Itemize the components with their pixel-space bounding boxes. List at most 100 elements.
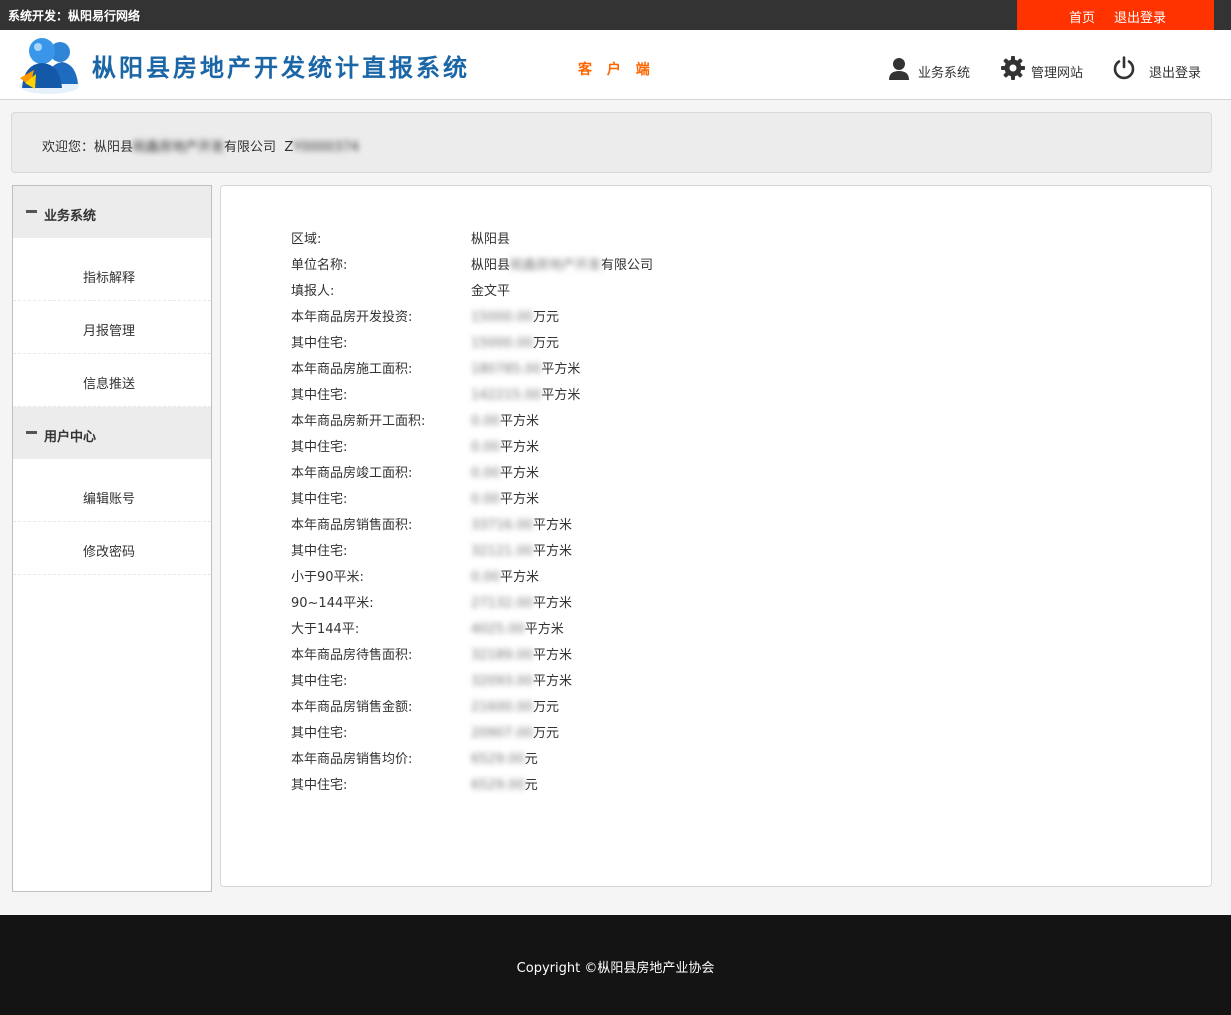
top-bar: 系统开发：枞阳易行网络 首页 退出登录 (0, 0, 1231, 30)
report-row-value: 0.00平方米 (471, 462, 539, 481)
report-row-unit: 平方米 (533, 544, 573, 559)
report-row-label: 其中住宅: (291, 388, 348, 403)
welcome-user-code-start: Z (284, 140, 294, 155)
report-row-unit: 平方米 (533, 518, 573, 533)
report-row-value: 180785.00平方米 (471, 358, 580, 377)
report-row-unit: 平方米 (499, 492, 539, 507)
report-row-value-blurred: 15000.00 (471, 336, 534, 351)
report-row: 90~144平米: 27132.00平方米 (291, 592, 991, 612)
report-row-value: 33716.00平方米 (471, 514, 572, 533)
nav-logout[interactable]: 退出登录 (1112, 54, 1207, 82)
sidebar-item-label: 信息推送 (83, 377, 136, 392)
report-row-value-blurred: 27132.00 (471, 596, 534, 611)
report-row-value: 21600.00万元 (471, 696, 559, 715)
report-row-label: 其中住宅: (291, 544, 348, 559)
report-row-value-text: 枞阳县 (471, 258, 511, 273)
report-row: 其中住宅: 20907.00万元 (291, 722, 991, 742)
report-row: 本年商品房竣工面积: 0.00平方米 (291, 462, 991, 482)
report-row-unit: 平方米 (499, 570, 539, 585)
report-row-label: 填报人: (291, 284, 335, 299)
report-row: 本年商品房销售均价: 6529.00元 (291, 748, 991, 768)
report-row-unit: 元 (524, 752, 538, 767)
report-row: 本年商品房销售金额: 21600.00万元 (291, 696, 991, 716)
sidebar-item-edit-account[interactable]: 编辑账号 (13, 469, 211, 522)
report-row-label: 本年商品房竣工面积: (291, 466, 413, 481)
report-row: 填报人: 金文平 (291, 280, 991, 300)
report-row-value: 142215.00平方米 (471, 384, 580, 403)
report-row-value: 6529.00元 (471, 774, 538, 793)
top-logout-link[interactable]: 退出登录 (1114, 7, 1166, 26)
report-row-value: 0.00平方米 (471, 410, 539, 429)
footer: Copyright ©枞阳县房地产业协会 (0, 915, 1231, 1015)
report-row: 其中住宅: 0.00平方米 (291, 488, 991, 508)
sidebar-item-indicator-explain[interactable]: 指标解释 (13, 248, 211, 301)
report-row-value-text: 金文平 (471, 284, 511, 299)
sidebar-section-business[interactable]: 业务系统 (13, 186, 211, 238)
report-row-value: 32093.00平方米 (471, 670, 572, 689)
report-row-unit: 平方米 (499, 466, 539, 481)
welcome-bar: 欢迎您：枞阳县皖鑫房地产开发有限公司 ZY0000374 (11, 112, 1212, 173)
report-row: 大于144平: 4025.00平方米 (291, 618, 991, 638)
welcome-company-blurred: 皖鑫房地产开发 (133, 140, 225, 155)
sidebar-item-label: 指标解释 (83, 271, 136, 286)
collapse-icon (26, 431, 37, 434)
welcome-company-end: 有限公司 (224, 140, 277, 155)
report-row-unit: 万元 (533, 310, 560, 325)
report-row-value-blurred: 0.00 (471, 570, 500, 585)
report-row-label: 其中住宅: (291, 778, 348, 793)
report-row: 本年商品房新开工面积: 0.00平方米 (291, 410, 991, 430)
report-row: 其中住宅: 32093.00平方米 (291, 670, 991, 690)
copyright-text: Copyright ©枞阳县房地产业协会 (516, 961, 715, 976)
report-row-value-blurred: 6529.00 (471, 752, 525, 767)
report-row: 本年商品房开发投资: 15000.00万元 (291, 306, 991, 326)
report-row-value-blurred: 32093.00 (471, 674, 534, 689)
report-row-value: 枞阳县 (471, 228, 510, 247)
report-row-value: 金文平 (471, 280, 510, 299)
report-row-value-blurred: 0.00 (471, 414, 500, 429)
report-row-label: 其中住宅: (291, 674, 348, 689)
report-row-label: 小于90平米: (291, 570, 364, 585)
report-row: 单位名称: 枞阳县皖鑫房地产开发有限公司 (291, 254, 991, 274)
report-row-value-text: 枞阳县 (471, 232, 511, 247)
sidebar-item-change-password[interactable]: 修改密码 (13, 522, 211, 575)
report-row-label: 单位名称: (291, 258, 348, 273)
sidebar-item-label: 编辑账号 (83, 492, 136, 507)
report-row-value: 15000.00万元 (471, 332, 559, 351)
report-row-unit: 万元 (533, 726, 560, 741)
report-row-value: 32189.00平方米 (471, 644, 572, 663)
report-row-value: 4025.00平方米 (471, 618, 564, 637)
nav-business-system[interactable]: 业务系统 (888, 54, 978, 82)
app-logo-icon (16, 34, 82, 96)
home-link[interactable]: 首页 (1069, 7, 1095, 26)
sidebar-section-user-center[interactable]: 用户中心 (13, 407, 211, 459)
report-row-label: 区域: (291, 232, 322, 247)
welcome-company-start: 枞阳县 (94, 140, 134, 155)
report-row-label: 其中住宅: (291, 492, 348, 507)
report-row-value-blurred: 32189.00 (471, 648, 534, 663)
report-row-value-blurred: 21600.00 (471, 700, 534, 715)
report-row-label: 大于144平: (291, 622, 360, 637)
report-row-value: 32121.00平方米 (471, 540, 572, 559)
report-row-unit: 平方米 (499, 440, 539, 455)
nav-admin-site[interactable]: 管理网站 (1001, 54, 1091, 82)
sidebar-item-info-push[interactable]: 信息推送 (13, 354, 211, 407)
report-row-unit: 元 (524, 778, 538, 793)
report-row-label: 本年商品房销售金额: (291, 700, 413, 715)
sidebar-item-label: 修改密码 (83, 545, 136, 560)
report-row-value-blurred: 180785.00 (471, 362, 542, 377)
report-row-unit: 平方米 (533, 674, 573, 689)
report-row-value-blurred: 33716.00 (471, 518, 534, 533)
report-row-unit: 平方米 (541, 388, 581, 403)
report-row: 其中住宅: 0.00平方米 (291, 436, 991, 456)
report-row-unit: 平方米 (499, 414, 539, 429)
sidebar-section-title: 业务系统 (44, 209, 97, 224)
sidebar-item-monthly-report[interactable]: 月报管理 (13, 301, 211, 354)
report-row-value-blurred: 6529.00 (471, 778, 525, 793)
report-row-unit: 平方米 (533, 648, 573, 663)
gear-icon (1001, 56, 1025, 80)
report-row-value-blurred: 142215.00 (471, 388, 542, 403)
report-row-label: 本年商品房施工面积: (291, 362, 413, 377)
welcome-text: 欢迎您：枞阳县皖鑫房地产开发有限公司 ZY0000374 (42, 136, 359, 155)
report-row-label: 本年商品房开发投资: (291, 310, 413, 325)
report-row-unit: 平方米 (524, 622, 564, 637)
